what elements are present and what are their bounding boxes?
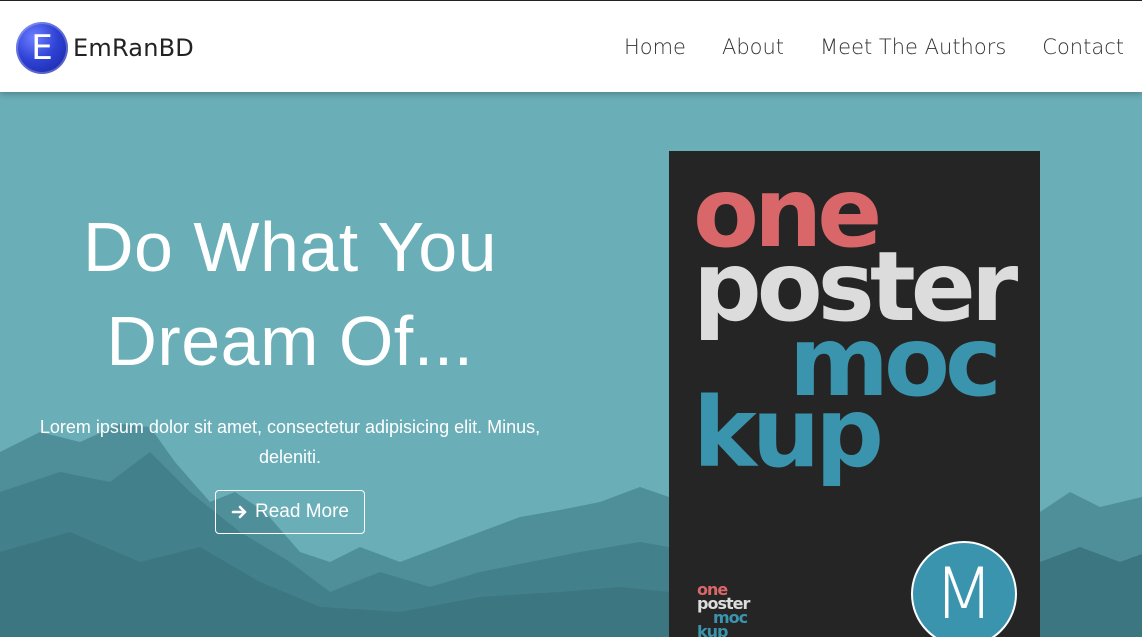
nav-home[interactable]: Home xyxy=(624,35,686,59)
brand-name[interactable]: EmRanBD xyxy=(73,34,194,62)
brand[interactable]: E EmRanBD xyxy=(16,22,194,74)
hero-title: Do What You Dream Of... xyxy=(0,200,580,388)
nav-about[interactable]: About xyxy=(722,35,784,59)
arrow-right-icon xyxy=(231,505,247,519)
poster-m-badge: M xyxy=(911,541,1017,637)
nav-contact[interactable]: Contact xyxy=(1042,35,1124,59)
poster-mockup-image: one poster moc kup one poster moc kup M xyxy=(669,151,1040,637)
hero-title-line1: Do What You xyxy=(82,208,498,286)
hero-subtitle: Lorem ipsum dolor sit amet, consectetur … xyxy=(39,417,541,467)
poster-mini-logo: one poster moc kup xyxy=(697,582,750,637)
brand-logo[interactable]: E xyxy=(16,22,68,74)
navbar: E EmRanBD Home About Meet The Authors Co… xyxy=(0,0,1142,92)
read-more-button[interactable]: Read More xyxy=(215,490,365,534)
nav-meet-the-authors[interactable]: Meet The Authors xyxy=(820,35,1006,59)
read-more-label: Read More xyxy=(255,501,349,522)
poster-word-kup: kup xyxy=(693,377,884,489)
hero-section: Do What You Dream Of... Lorem ipsum dolo… xyxy=(0,92,1142,637)
main-nav: Home About Meet The Authors Contact xyxy=(588,35,1124,59)
hero-title-line2: Dream Of... xyxy=(106,302,474,380)
hero-text: Do What You Dream Of... Lorem ipsum dolo… xyxy=(0,200,580,534)
